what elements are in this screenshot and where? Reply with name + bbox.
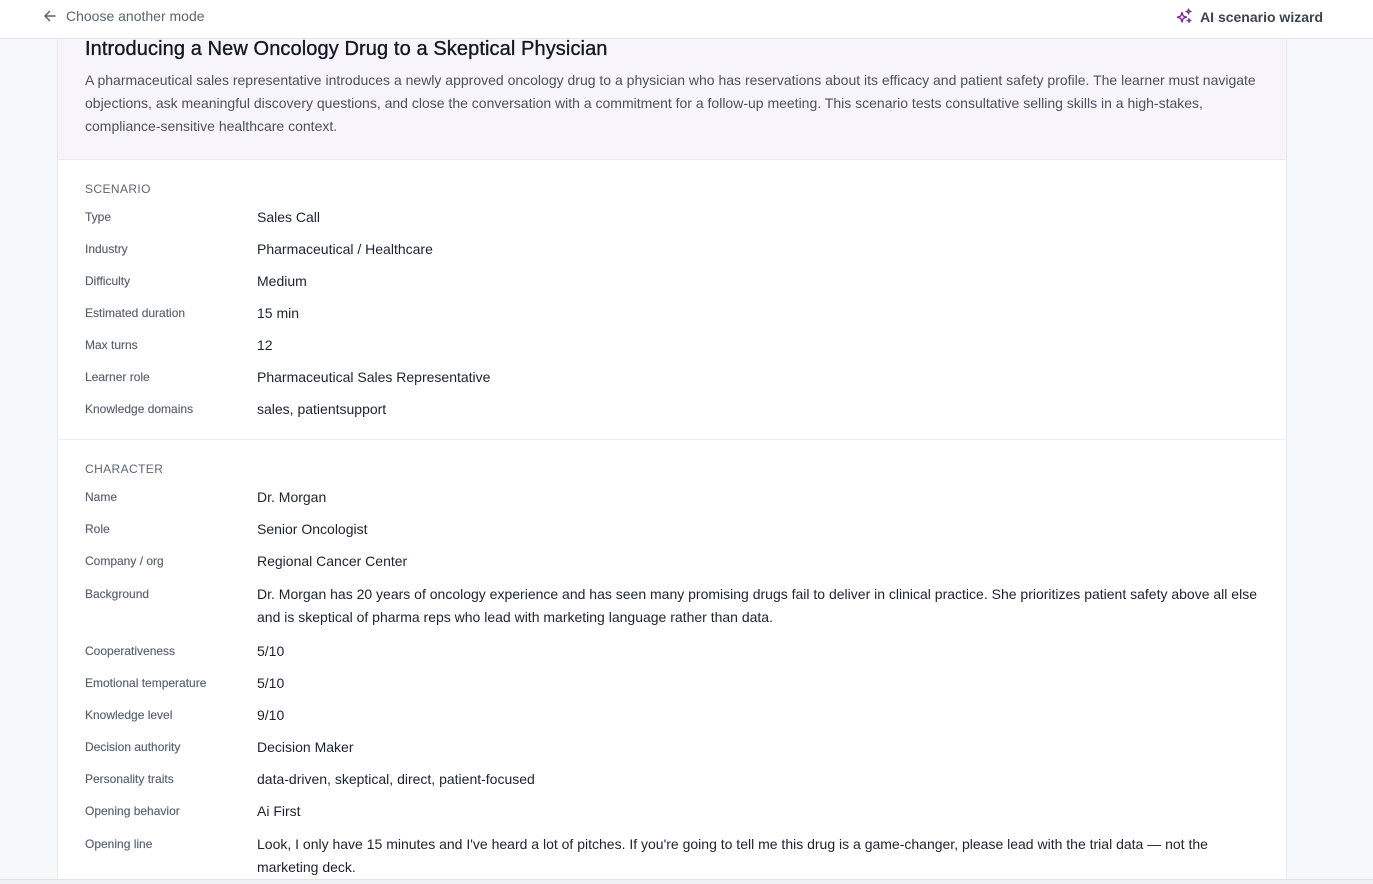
character-label-role: Role <box>85 522 110 536</box>
character-value-opening-behavior: Ai First <box>257 803 301 819</box>
scenario-description: A pharmaceutical sales representative in… <box>85 72 1256 134</box>
character-row-name: Name Dr. Morgan <box>85 486 1259 509</box>
character-label-knowledge-level: Knowledge level <box>85 708 173 722</box>
character-row-opening-behavior: Opening behavior Ai First <box>85 800 1259 823</box>
character-row-decision-authority: Decision authority Decision Maker <box>85 736 1259 759</box>
character-row-cooperativeness: Cooperativeness 5/10 <box>85 640 1259 663</box>
scenario-value-difficulty: Medium <box>257 273 307 289</box>
arrow-left-icon <box>43 9 57 23</box>
character-section-heading: CHARACTER <box>85 462 164 476</box>
character-value-name: Dr. Morgan <box>257 489 327 505</box>
character-label-opening-line: Opening line <box>85 837 153 851</box>
scenario-title: Introducing a New Oncology Drug to a Ske… <box>85 39 608 60</box>
scenario-row-difficulty: Difficulty Medium <box>85 270 1259 293</box>
character-details-list: Name Dr. Morgan Role Senior Oncologist Compa… <box>85 486 1259 879</box>
character-label-name: Name <box>85 490 118 504</box>
choose-another-mode-link[interactable]: Choose another mode <box>43 8 205 24</box>
character-row-opening-line: Opening line Look, I only have 15 minutes… <box>85 833 1259 879</box>
ai-scenario-wizard-button[interactable]: AI scenario wizard <box>1176 8 1323 25</box>
scenario-section: SCENARIO Type Sales Call Industry Pharmaceu… <box>58 160 1286 439</box>
character-value-knowledge-level: 9/10 <box>257 707 285 723</box>
sparkles-icon <box>1176 8 1193 25</box>
scenario-details-list: Type Sales Call Industry Pharmaceutical / H… <box>85 206 1259 421</box>
scenario-label-learner-role: Learner role <box>85 370 150 384</box>
character-value-emotional-temperature: 5/10 <box>257 675 285 691</box>
character-label-decision-authority: Decision authority <box>85 740 181 754</box>
character-value-personality-traits: data-driven, skeptical, direct, patient-… <box>257 771 535 787</box>
scenario-value-estimated-duration: 15 min <box>257 305 300 321</box>
character-label-company-org: Company / org <box>85 554 164 568</box>
scenario-section-heading: SCENARIO <box>85 182 151 196</box>
scenario-preview-card: Introducing a New Oncology Drug to a Ske… <box>57 39 1287 879</box>
ai-scenario-wizard-label: AI scenario wizard <box>1200 8 1323 25</box>
horizontal-scrollbar[interactable] <box>0 879 1373 884</box>
scenario-label-industry: Industry <box>85 242 128 256</box>
scenario-label-estimated-duration: Estimated duration <box>85 306 186 320</box>
character-label-cooperativeness: Cooperativeness <box>85 644 176 658</box>
scenario-hero: Introducing a New Oncology Drug to a Ske… <box>58 39 1286 160</box>
character-value-cooperativeness: 5/10 <box>257 643 285 659</box>
scenario-label-max-turns: Max turns <box>85 338 138 352</box>
character-row-role: Role Senior Oncologist <box>85 518 1259 541</box>
scenario-label-type: Type <box>85 210 112 224</box>
character-label-personality-traits: Personality traits <box>85 772 174 786</box>
scenario-row-learner-role: Learner role Pharmaceutical Sales Represe… <box>85 366 1259 389</box>
scenario-label-difficulty: Difficulty <box>85 274 131 288</box>
scenario-row-type: Type Sales Call <box>85 206 1259 229</box>
character-value-opening-line: Look, I only have 15 minutes and I've he… <box>257 836 1208 875</box>
character-section: CHARACTER Name Dr. Morgan Role Senior Oncol… <box>58 439 1286 879</box>
character-row-company-org: Company / org Regional Cancer Center <box>85 550 1259 573</box>
character-row-background: Background Dr. Morgan has 20 years of onc… <box>85 583 1259 629</box>
character-row-emotional-temperature: Emotional temperature 5/10 <box>85 672 1259 695</box>
character-label-emotional-temperature: Emotional temperature <box>85 676 207 690</box>
scenario-row-max-turns: Max turns 12 <box>85 334 1259 357</box>
character-value-company-org: Regional Cancer Center <box>257 553 408 569</box>
character-row-personality-traits: Personality traits data-driven, skeptical… <box>85 768 1259 791</box>
scenario-value-knowledge-domains: sales, patientsupport <box>257 401 387 417</box>
character-value-background: Dr. Morgan has 20 years of oncology expe… <box>257 586 1257 625</box>
scenario-value-max-turns: 12 <box>257 337 273 353</box>
choose-another-mode-label: Choose another mode <box>66 8 205 24</box>
scenario-value-type: Sales Call <box>257 209 321 225</box>
character-value-role: Senior Oncologist <box>257 521 368 537</box>
scenario-label-knowledge-domains: Knowledge domains <box>85 402 194 416</box>
scenario-value-industry: Pharmaceutical / Healthcare <box>257 241 433 257</box>
scenario-row-knowledge-domains: Knowledge domains sales, patientsupport <box>85 398 1259 421</box>
character-label-background: Background <box>85 587 150 601</box>
scenario-row-estimated-duration: Estimated duration 15 min <box>85 302 1259 325</box>
top-bar: Choose another mode AI scenario wizard <box>0 0 1373 39</box>
character-label-opening-behavior: Opening behavior <box>85 804 180 818</box>
character-row-knowledge-level: Knowledge level 9/10 <box>85 704 1259 727</box>
scenario-value-learner-role: Pharmaceutical Sales Representative <box>257 369 491 385</box>
character-value-decision-authority: Decision Maker <box>257 739 354 755</box>
scenario-row-industry: Industry Pharmaceutical / Healthcare <box>85 238 1259 261</box>
